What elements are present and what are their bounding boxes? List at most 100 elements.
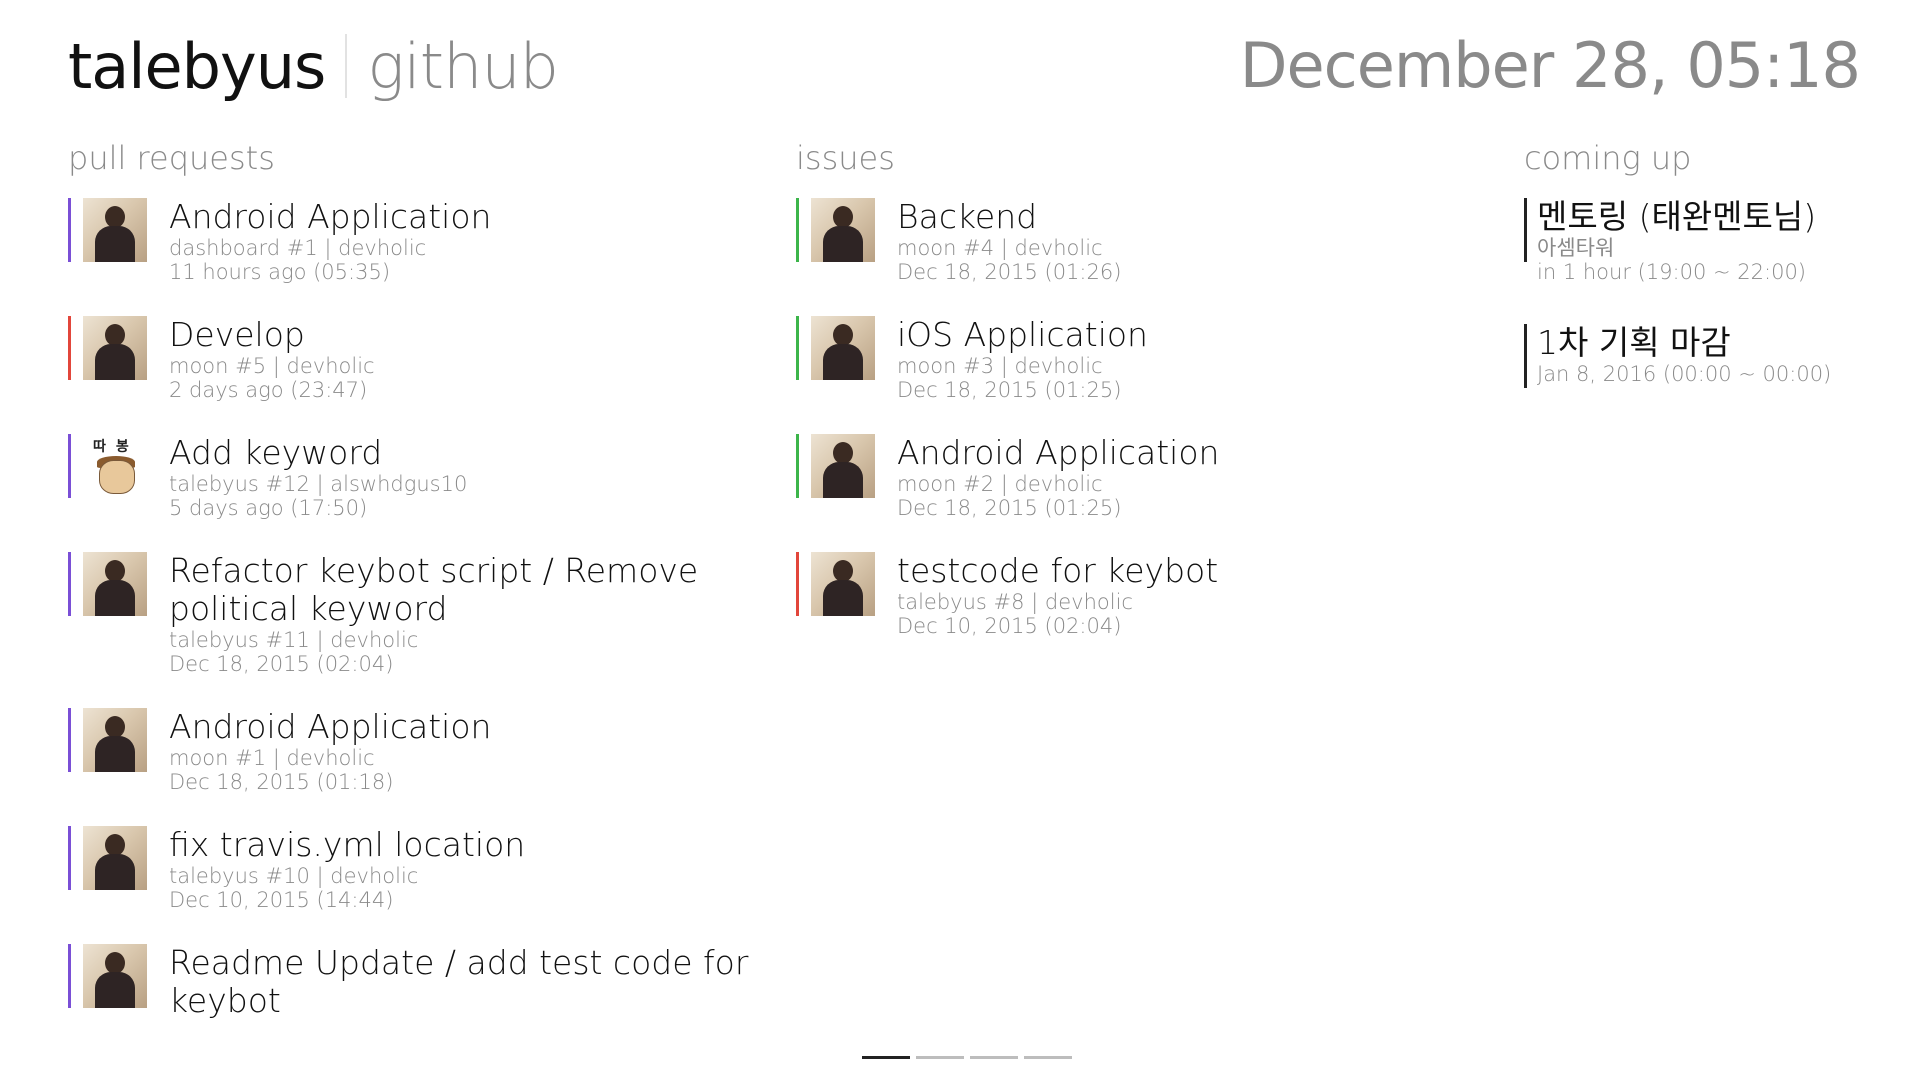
avatar	[83, 826, 147, 890]
pull-request-item[interactable]: fix travis.yml location talebyus #10 | de…	[68, 826, 768, 912]
avatar-body	[823, 344, 863, 380]
item-time: Dec 18, 2015 (01:25)	[897, 378, 1122, 402]
item-info: Android Application moon #2 | devholic Dec…	[897, 433, 1220, 521]
status-bar	[796, 552, 799, 616]
item-info: Android Application moon #1 | devholic Dec…	[169, 707, 492, 795]
avatar-head	[833, 560, 853, 582]
issue-item[interactable]: testcode for keybot talebyus #8 | devholi…	[796, 552, 1496, 638]
avatar-head	[833, 206, 853, 228]
avatar	[83, 552, 147, 616]
item-meta: talebyus #12 | alswhdgus10	[169, 472, 468, 496]
coming-up-list: 멘토링 (태완멘토님) 아셈타워 in 1 hour (19:00 ~ 22:00)…	[1524, 198, 1904, 388]
avatar-head	[105, 834, 125, 856]
item-meta: moon #4 | devholic	[897, 236, 1103, 260]
avatar	[811, 316, 875, 380]
item-title: iOS Application	[897, 315, 1148, 354]
avatar: 따봉	[83, 434, 147, 498]
status-bar	[68, 552, 71, 616]
item-title: Backend	[897, 197, 1038, 236]
item-title: Refactor keybot script / Remove politica…	[169, 551, 699, 628]
item-meta: moon #2 | devholic	[897, 472, 1103, 496]
avatar-body	[823, 226, 863, 262]
item-time: Dec 18, 2015 (01:26)	[897, 260, 1122, 284]
item-info: iOS Application moon #3 | devholic Dec 18,…	[897, 315, 1148, 403]
avatar	[83, 198, 147, 262]
event-bar	[1524, 324, 1527, 388]
page-dot[interactable]	[916, 1056, 964, 1059]
pull-request-item[interactable]: 따봉 Add keyword talebyus #12 | alswhdgus10 5…	[68, 434, 768, 520]
item-title: Android Application	[169, 197, 492, 236]
item-meta: talebyus #10 | devholic	[169, 864, 419, 888]
pull-request-item[interactable]: Develop moon #5 | devholic 2 days ago (23:…	[68, 316, 768, 402]
brand-title: talebyus	[68, 29, 326, 103]
status-bar	[796, 434, 799, 498]
status-bar	[68, 316, 71, 380]
coming-up-column: coming up 멘토링 (태완멘토님) 아셈타워 in 1 hour (19:0…	[1524, 136, 1904, 428]
avatar-body	[95, 972, 135, 1008]
avatar-body	[823, 580, 863, 616]
item-title: Add keyword	[169, 433, 383, 472]
avatar-head	[833, 324, 853, 346]
avatar-head	[105, 324, 125, 346]
item-title: Readme Update / add test code for keybot	[169, 943, 749, 1020]
status-bar	[68, 198, 71, 262]
issue-item[interactable]: iOS Application moon #3 | devholic Dec 18,…	[796, 316, 1496, 402]
item-time: Dec 10, 2015 (14:44)	[169, 888, 394, 912]
avatar	[811, 434, 875, 498]
item-time: Dec 18, 2015 (01:18)	[169, 770, 394, 794]
pull-request-item[interactable]: Refactor keybot script / Remove politica…	[68, 552, 768, 676]
avatar-head	[105, 716, 125, 738]
pull-requests-list: Android Application dashboard #1 | devhol…	[68, 198, 768, 1020]
header-divider	[345, 34, 348, 98]
event-item[interactable]: 멘토링 (태완멘토님) 아셈타워 in 1 hour (19:00 ~ 22:00)	[1524, 198, 1904, 284]
coming-up-heading: coming up	[1524, 139, 1692, 177]
item-meta: talebyus #11 | devholic	[169, 628, 419, 652]
event-time: Jan 8, 2016 (00:00 ~ 00:00)	[1537, 362, 1832, 386]
avatar	[811, 552, 875, 616]
avatar	[811, 198, 875, 262]
date-time: December 28, 05:18	[1239, 29, 1861, 102]
item-title: fix travis.yml location	[169, 825, 526, 864]
item-meta: moon #3 | devholic	[897, 354, 1103, 378]
item-title: Android Application	[169, 707, 492, 746]
item-time: Dec 18, 2015 (01:25)	[897, 496, 1122, 520]
item-time: 2 days ago (23:47)	[169, 378, 368, 402]
pull-request-item[interactable]: Readme Update / add test code for keybot	[68, 944, 768, 1020]
avatar-body	[823, 462, 863, 498]
item-meta: talebyus #8 | devholic	[897, 590, 1133, 614]
pull-requests-column: pull requests Android Application dashboa…	[68, 136, 768, 1036]
event-info: 멘토링 (태완멘토님) 아셈타워 in 1 hour (19:00 ~ 22:00)	[1537, 197, 1817, 285]
item-title: Develop	[169, 315, 305, 354]
page-indicator[interactable]	[862, 1056, 1072, 1059]
item-info: testcode for keybot talebyus #8 | devholi…	[897, 552, 1218, 639]
avatar-body	[95, 580, 135, 616]
event-item[interactable]: 1차 기획 마감 Jan 8, 2016 (00:00 ~ 00:00)	[1524, 324, 1904, 388]
pull-request-item[interactable]: Android Application moon #1 | devholic Dec…	[68, 708, 768, 794]
avatar-head	[833, 442, 853, 464]
event-bar	[1524, 198, 1527, 262]
issues-list: Backend moon #4 | devholic Dec 18, 2015 (0…	[796, 198, 1496, 638]
issue-item[interactable]: Android Application moon #2 | devholic Dec…	[796, 434, 1496, 520]
event-info: 1차 기획 마감 Jan 8, 2016 (00:00 ~ 00:00)	[1537, 324, 1831, 388]
page-dot[interactable]	[970, 1056, 1018, 1059]
status-bar	[796, 198, 799, 262]
event-title: 멘토링 (태완멘토님)	[1537, 197, 1817, 236]
page-dot[interactable]	[862, 1056, 910, 1059]
issue-item[interactable]: Backend moon #4 | devholic Dec 18, 2015 (0…	[796, 198, 1496, 284]
item-time: Dec 10, 2015 (02:04)	[897, 614, 1122, 638]
item-info: Refactor keybot script / Remove politica…	[169, 551, 768, 677]
event-time: in 1 hour (19:00 ~ 22:00)	[1537, 260, 1807, 284]
issues-heading: issues	[796, 139, 895, 177]
page-dot[interactable]	[1024, 1056, 1072, 1059]
avatar-body	[95, 226, 135, 262]
status-bar	[68, 434, 71, 498]
avatar-body	[95, 854, 135, 890]
avatar-head	[105, 560, 125, 582]
item-info: Develop moon #5 | devholic 2 days ago (23:…	[169, 315, 375, 403]
avatar-head	[105, 952, 125, 974]
pull-request-item[interactable]: Android Application dashboard #1 | devhol…	[68, 198, 768, 284]
item-time: Dec 18, 2015 (02:04)	[169, 652, 394, 676]
item-title: Android Application	[897, 433, 1220, 472]
item-info: Readme Update / add test code for keybot	[169, 944, 768, 1020]
status-bar	[796, 316, 799, 380]
